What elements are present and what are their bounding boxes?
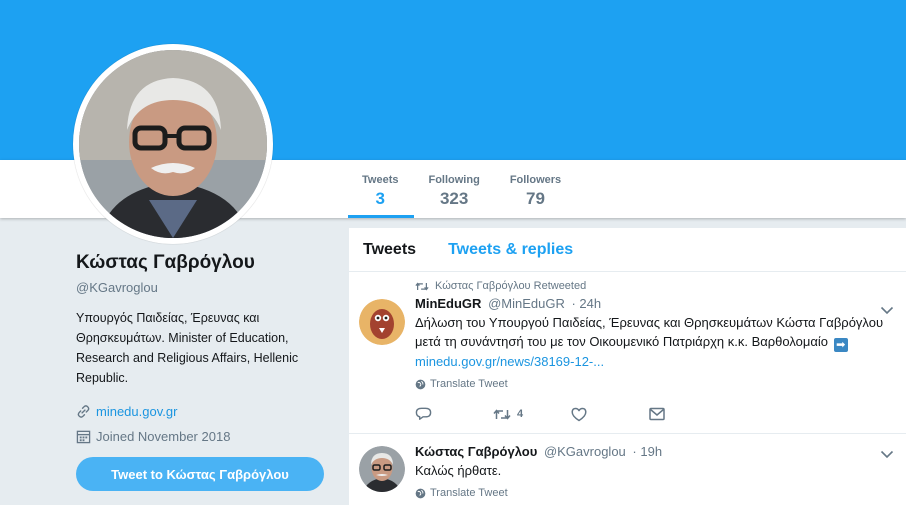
tweet-timestamp[interactable]: · 24h (571, 296, 601, 311)
tweet-item[interactable]: Κώστας Γαβρόγλου Retweeted MinEduGR @Min… (349, 272, 906, 434)
tweet-text: Δήλωση του Υπουργού Παιδείας, Έρευνας κα… (415, 313, 892, 371)
profile-card: Κώστας Γαβρόγλου @KGavroglou Υπουργός Πα… (76, 252, 326, 444)
joined-date: Joined November 2018 (96, 429, 231, 444)
globe-icon (415, 379, 426, 389)
tweet-body: Δήλωση του Υπουργού Παιδείας, Έρευνας κα… (415, 315, 884, 349)
avatar-photo (79, 50, 267, 238)
tweet-header: MinEduGR @MinEduGR · 24h (415, 296, 892, 311)
tweet-timestamp[interactable]: · 19h (632, 444, 662, 459)
tweet-avatar[interactable] (359, 446, 405, 492)
retweet-button[interactable]: 4 (493, 408, 571, 421)
reply-button[interactable] (415, 406, 493, 422)
profile-bio: Υπουργός Παιδείας, Έρευνας και Θρησκευμά… (76, 311, 299, 385)
retweet-icon (415, 281, 429, 291)
calendar-icon (76, 430, 91, 444)
direct-message-button[interactable] (649, 407, 727, 421)
tweet-actions: 4 (415, 394, 892, 434)
translate-tweet[interactable]: Translate Tweet (415, 378, 892, 390)
retweet-icon (493, 408, 511, 420)
stat-label: Following (428, 174, 480, 186)
tweet-avatar[interactable] (359, 299, 405, 345)
tweet-author-handle[interactable]: @MinEduGR (488, 296, 565, 311)
retweet-context-text: Κώστας Γαβρόγλου Retweeted (435, 280, 587, 292)
tweet-link[interactable]: minedu.gov.gr/news/38169-12-... (415, 354, 604, 369)
profile-stats: Tweets 3 Following 323 Followers 79 (348, 160, 577, 218)
timeline-tabs: Tweets Tweets & replies (349, 228, 906, 272)
stat-value: 3 (375, 189, 385, 208)
profile-handle[interactable]: @KGavroglou (76, 280, 326, 295)
profile-name[interactable]: Κώστας Γαβρόγλου (76, 252, 326, 274)
tweet-to-button[interactable]: Tweet to Κώστας Γαβρόγλου (76, 457, 324, 491)
tweet-author-handle[interactable]: @KGavroglou (544, 444, 626, 459)
arrow-right-emoji-icon: ➡ (833, 338, 848, 352)
translate-label: Translate Tweet (430, 378, 508, 390)
stat-label: Followers (509, 174, 562, 186)
retweet-context: Κώστας Γαβρόγλου Retweeted (415, 280, 892, 292)
tab-tweets[interactable]: Tweets (363, 241, 416, 259)
translate-tweet[interactable]: Translate Tweet (415, 487, 892, 499)
stat-followers[interactable]: Followers 79 (496, 160, 577, 218)
message-icon (649, 407, 665, 421)
reply-icon (415, 407, 432, 420)
profile-avatar[interactable] (73, 44, 273, 244)
stat-tweets[interactable]: Tweets 3 (348, 160, 415, 218)
website-link[interactable]: minedu.gov.gr (96, 404, 177, 419)
like-button[interactable] (571, 407, 649, 422)
chevron-down-icon[interactable] (880, 306, 894, 315)
link-icon (77, 405, 90, 418)
retweet-count: 4 (517, 408, 524, 420)
profile-joined: Joined November 2018 (76, 429, 326, 444)
tweet-author-name[interactable]: Κώστας Γαβρόγλου (415, 444, 537, 459)
tweet-text: Καλώς ήρθατε. (415, 463, 502, 478)
tweet-item[interactable]: Κώστας Γαβρόγλου @KGavroglou · 19h Καλώς… (349, 434, 906, 505)
tweet-author-name[interactable]: MinEduGR (415, 296, 481, 311)
timeline: Tweets Tweets & replies Κώστας Γαβρόγλου… (349, 228, 906, 505)
like-icon (571, 407, 587, 421)
stat-value: 79 (526, 189, 545, 208)
tweet-header: Κώστας Γαβρόγλου @KGavroglou · 19h (415, 444, 892, 459)
stat-label: Tweets (362, 174, 399, 186)
profile-website: minedu.gov.gr (76, 404, 326, 419)
tab-tweets-replies[interactable]: Tweets & replies (448, 241, 573, 259)
stat-value: 323 (439, 189, 469, 208)
translate-label: Translate Tweet (430, 487, 508, 499)
chevron-down-icon[interactable] (880, 450, 894, 459)
stat-following[interactable]: Following 323 (414, 160, 495, 218)
globe-icon (415, 488, 426, 498)
